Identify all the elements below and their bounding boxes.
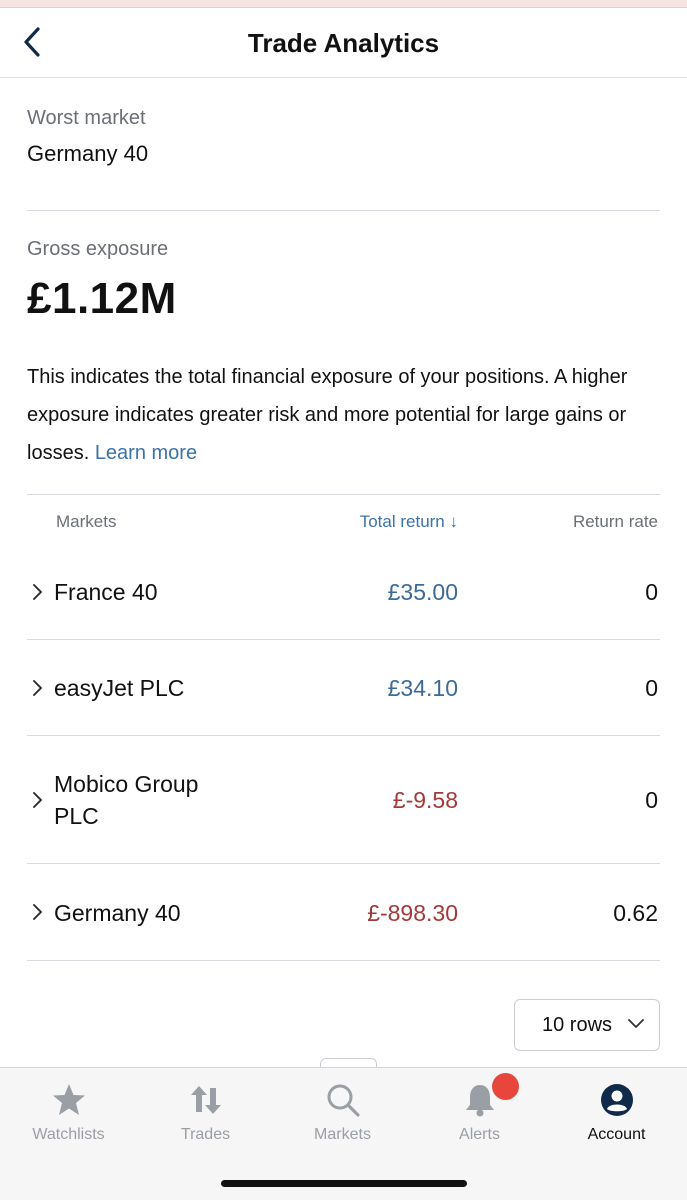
- total-return-value: £34.10: [387, 675, 458, 701]
- return-rate-value: 0: [645, 579, 658, 605]
- table-row[interactable]: France 40 £35.00 0: [27, 554, 660, 640]
- worst-market-label: Worst market: [27, 107, 146, 129]
- tab-account[interactable]: Account: [548, 1068, 685, 1158]
- alerts-badge: [492, 1073, 519, 1100]
- learn-more-link[interactable]: Learn more: [95, 442, 197, 464]
- total-return-label: Total return: [359, 512, 445, 531]
- gross-exposure-value: £1.12M: [27, 274, 177, 323]
- rows-per-page-value: 10 rows: [542, 1014, 613, 1036]
- chevron-right-icon: [33, 792, 42, 808]
- worst-market-value: Germany 40: [27, 141, 149, 166]
- tab-trades[interactable]: Trades: [137, 1068, 274, 1158]
- market-name: France 40: [54, 579, 158, 605]
- app-header: Trade Analytics: [0, 8, 687, 78]
- divider: [27, 210, 660, 211]
- row-divider: [27, 960, 660, 961]
- total-return-value: £-898.30: [367, 900, 458, 926]
- trades-arrows-icon: [190, 1086, 221, 1114]
- column-header-return-rate[interactable]: Return rate: [573, 512, 658, 532]
- table-row[interactable]: easyJet PLC £34.10 0: [27, 640, 660, 736]
- column-header-total-return[interactable]: Total return ↓: [360, 512, 458, 532]
- rows-per-page-select[interactable]: 10 rows: [514, 999, 660, 1051]
- total-return-value: £35.00: [387, 579, 458, 605]
- market-name: easyJet PLC: [54, 675, 185, 701]
- home-indicator: [221, 1180, 467, 1187]
- tab-watchlists[interactable]: Watchlists: [0, 1068, 137, 1158]
- page-title: Trade Analytics: [247, 28, 440, 58]
- star-icon: [52, 1084, 85, 1115]
- tab-label: Trades: [180, 1126, 231, 1143]
- tab-alerts[interactable]: Alerts: [411, 1068, 548, 1158]
- search-icon: [327, 1084, 360, 1117]
- market-name: Germany 40: [54, 900, 181, 926]
- table-row[interactable]: Mobico Group PLC £-9.58 0: [27, 736, 660, 864]
- tab-label: Markets: [314, 1126, 371, 1143]
- chevron-right-icon: [33, 584, 42, 600]
- chevron-down-icon: [628, 1019, 644, 1028]
- column-header-markets[interactable]: Markets: [56, 512, 116, 532]
- tab-label: Alerts: [459, 1126, 500, 1143]
- table-header: Markets Total return ↓ Return rate: [27, 512, 660, 536]
- tab-markets[interactable]: Markets: [274, 1068, 411, 1158]
- divider: [27, 494, 660, 495]
- chevron-right-icon: [33, 680, 42, 696]
- return-rate-value: 0.62: [613, 900, 658, 926]
- top-status-strip: [0, 0, 687, 8]
- market-name: Mobico Group PLC: [54, 771, 199, 829]
- return-rate-value: 0: [645, 675, 658, 701]
- total-return-value: £-9.58: [392, 787, 458, 813]
- gross-exposure-description: This indicates the total financial expos…: [27, 358, 660, 472]
- account-icon: [600, 1084, 633, 1116]
- table-row[interactable]: Germany 40 £-898.30 0.62: [27, 864, 660, 961]
- return-rate-value: 0: [645, 787, 658, 813]
- tab-label: Watchlists: [32, 1126, 105, 1143]
- gross-exposure-label: Gross exposure: [27, 238, 169, 260]
- tab-label: Account: [587, 1126, 646, 1143]
- chevron-right-icon: [33, 904, 42, 920]
- sort-arrow-icon: ↓: [449, 512, 459, 531]
